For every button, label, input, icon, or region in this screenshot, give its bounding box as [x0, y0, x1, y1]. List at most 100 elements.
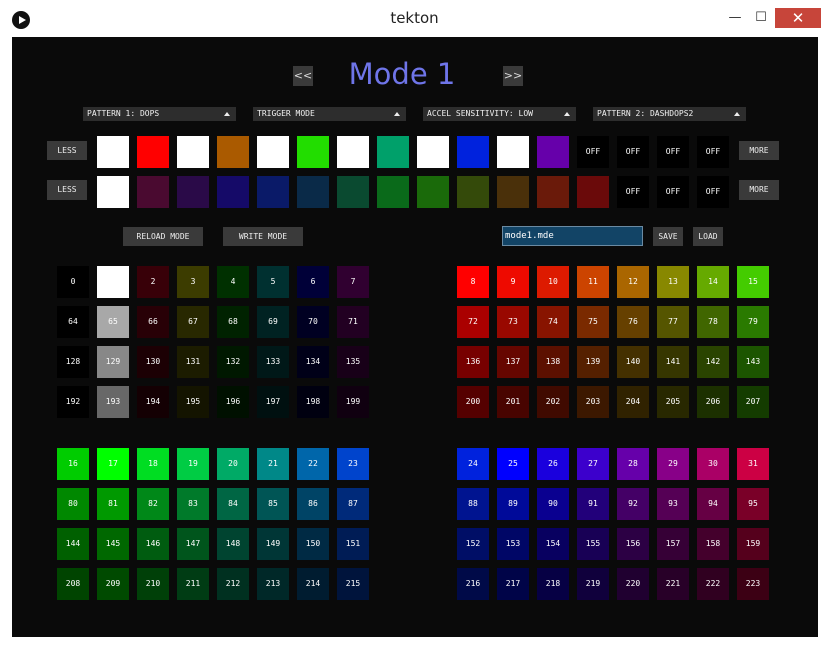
palette-color-cell[interactable]: 81 [97, 488, 129, 520]
palette-color-cell[interactable]: 128 [57, 346, 89, 378]
palette-color-cell[interactable]: 95 [737, 488, 769, 520]
set1-color-slot[interactable] [417, 136, 449, 168]
palette-color-cell[interactable]: 83 [177, 488, 209, 520]
palette-color-cell[interactable]: 131 [177, 346, 209, 378]
palette-color-cell[interactable]: 201 [497, 386, 529, 418]
palette-color-cell[interactable]: 79 [737, 306, 769, 338]
set2-color-slot[interactable] [457, 176, 489, 208]
palette-color-cell[interactable]: 140 [617, 346, 649, 378]
palette-color-cell[interactable]: 85 [257, 488, 289, 520]
next-mode-button[interactable]: >> [503, 66, 523, 86]
set2-slot-off[interactable]: OFF [657, 176, 689, 208]
palette-color-cell[interactable]: 202 [537, 386, 569, 418]
palette-color-cell[interactable]: 208 [57, 568, 89, 600]
set1-color-slot[interactable] [177, 136, 209, 168]
palette-color-cell[interactable]: 90 [537, 488, 569, 520]
palette-color-cell[interactable]: 71 [337, 306, 369, 338]
pattern-2-dropdown[interactable]: PATTERN 2: DASHDOPS2 [593, 107, 746, 121]
palette-color-cell[interactable]: 136 [457, 346, 489, 378]
palette-color-cell[interactable]: 149 [257, 528, 289, 560]
palette-color-cell[interactable]: 152 [457, 528, 489, 560]
palette-color-cell[interactable] [97, 266, 129, 298]
set1-more-button[interactable]: MORE [739, 141, 779, 160]
palette-color-cell[interactable]: 142 [697, 346, 729, 378]
palette-color-cell[interactable]: 139 [577, 346, 609, 378]
palette-color-cell[interactable]: 76 [617, 306, 649, 338]
palette-color-cell[interactable]: 220 [617, 568, 649, 600]
set2-less-button[interactable]: LESS [47, 180, 87, 200]
palette-color-cell[interactable]: 91 [577, 488, 609, 520]
palette-color-cell[interactable]: 30 [697, 448, 729, 480]
palette-color-cell[interactable]: 211 [177, 568, 209, 600]
palette-color-cell[interactable]: 68 [217, 306, 249, 338]
palette-color-cell[interactable]: 133 [257, 346, 289, 378]
set2-color-slot[interactable] [97, 176, 129, 208]
set1-color-slot[interactable] [257, 136, 289, 168]
palette-color-cell[interactable]: 153 [497, 528, 529, 560]
palette-color-cell[interactable]: 158 [697, 528, 729, 560]
palette-color-cell[interactable]: 69 [257, 306, 289, 338]
set1-slot-off[interactable]: OFF [577, 136, 609, 168]
palette-color-cell[interactable]: 93 [657, 488, 689, 520]
palette-color-cell[interactable]: 70 [297, 306, 329, 338]
palette-color-cell[interactable]: 26 [537, 448, 569, 480]
set2-color-slot[interactable] [137, 176, 169, 208]
set2-color-slot[interactable] [377, 176, 409, 208]
palette-color-cell[interactable]: 12 [617, 266, 649, 298]
accel-sensitivity-dropdown[interactable]: ACCEL SENSITIVITY: LOW [423, 107, 576, 121]
load-button[interactable]: LOAD [693, 227, 723, 246]
prev-mode-button[interactable]: << [293, 66, 313, 86]
palette-color-cell[interactable]: 198 [297, 386, 329, 418]
palette-color-cell[interactable]: 157 [657, 528, 689, 560]
palette-color-cell[interactable]: 31 [737, 448, 769, 480]
palette-color-cell[interactable]: 14 [697, 266, 729, 298]
palette-color-cell[interactable]: 147 [177, 528, 209, 560]
palette-color-cell[interactable]: 129 [97, 346, 129, 378]
pattern-1-dropdown[interactable]: PATTERN 1: DOPS [83, 107, 236, 121]
palette-color-cell[interactable]: 148 [217, 528, 249, 560]
palette-color-cell[interactable]: 74 [537, 306, 569, 338]
palette-color-cell[interactable]: 194 [137, 386, 169, 418]
palette-color-cell[interactable]: 4 [217, 266, 249, 298]
palette-color-cell[interactable]: 67 [177, 306, 209, 338]
set2-color-slot[interactable] [537, 176, 569, 208]
palette-color-cell[interactable]: 19 [177, 448, 209, 480]
palette-color-cell[interactable]: 23 [337, 448, 369, 480]
palette-color-cell[interactable]: 154 [537, 528, 569, 560]
palette-color-cell[interactable]: 29 [657, 448, 689, 480]
palette-color-cell[interactable]: 137 [497, 346, 529, 378]
set2-color-slot[interactable] [217, 176, 249, 208]
palette-color-cell[interactable]: 15 [737, 266, 769, 298]
palette-color-cell[interactable]: 221 [657, 568, 689, 600]
palette-color-cell[interactable]: 196 [217, 386, 249, 418]
palette-color-cell[interactable]: 222 [697, 568, 729, 600]
palette-color-cell[interactable]: 141 [657, 346, 689, 378]
set1-slot-off[interactable]: OFF [657, 136, 689, 168]
palette-color-cell[interactable]: 209 [97, 568, 129, 600]
set2-more-button[interactable]: MORE [739, 180, 779, 200]
minimize-button[interactable]: — [722, 8, 748, 28]
palette-color-cell[interactable]: 16 [57, 448, 89, 480]
set2-color-slot[interactable] [297, 176, 329, 208]
palette-color-cell[interactable]: 84 [217, 488, 249, 520]
palette-color-cell[interactable]: 87 [337, 488, 369, 520]
palette-color-cell[interactable]: 13 [657, 266, 689, 298]
set1-color-slot[interactable] [297, 136, 329, 168]
palette-color-cell[interactable]: 214 [297, 568, 329, 600]
palette-color-cell[interactable]: 217 [497, 568, 529, 600]
palette-color-cell[interactable]: 146 [137, 528, 169, 560]
palette-color-cell[interactable]: 200 [457, 386, 489, 418]
palette-color-cell[interactable]: 27 [577, 448, 609, 480]
save-button[interactable]: SAVE [653, 227, 683, 246]
palette-color-cell[interactable]: 206 [697, 386, 729, 418]
palette-color-cell[interactable]: 135 [337, 346, 369, 378]
palette-color-cell[interactable]: 155 [577, 528, 609, 560]
set2-color-slot[interactable] [177, 176, 209, 208]
palette-color-cell[interactable]: 205 [657, 386, 689, 418]
palette-color-cell[interactable]: 6 [297, 266, 329, 298]
palette-color-cell[interactable]: 143 [737, 346, 769, 378]
palette-color-cell[interactable]: 150 [297, 528, 329, 560]
palette-color-cell[interactable]: 80 [57, 488, 89, 520]
palette-color-cell[interactable]: 78 [697, 306, 729, 338]
palette-color-cell[interactable]: 192 [57, 386, 89, 418]
